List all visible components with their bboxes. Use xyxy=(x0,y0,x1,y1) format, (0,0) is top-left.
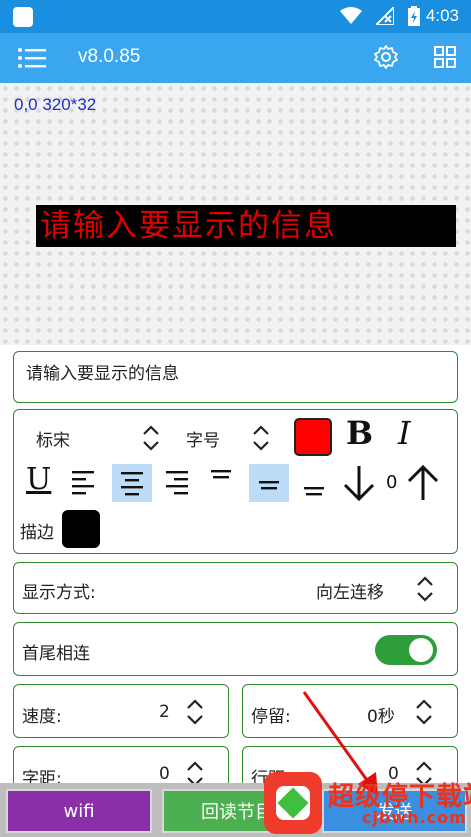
wifi-signal-icon xyxy=(340,7,362,24)
readback-program-button[interactable]: 回读节目 xyxy=(162,789,312,833)
align-right-icon[interactable] xyxy=(164,468,190,496)
arrow-up-icon[interactable] xyxy=(406,464,440,502)
font-size-chevron-icon[interactable] xyxy=(252,424,270,452)
toggle-knob xyxy=(409,638,433,662)
line-offset-value: 0 xyxy=(386,472,398,493)
speed-stepper-icon[interactable] xyxy=(186,698,204,726)
text-color-swatch[interactable] xyxy=(294,418,332,456)
notification-icon xyxy=(13,7,33,27)
wifi-button[interactable]: wifi xyxy=(6,789,152,833)
display-mode-label: 显示方式: xyxy=(22,583,96,603)
speed-row: 速度: 2 xyxy=(13,684,229,738)
display-mode-chevron-icon[interactable] xyxy=(416,575,434,603)
display-mode-value[interactable]: 向左连移 xyxy=(316,578,384,603)
stay-row: 停留: 0秒 xyxy=(242,684,458,738)
led-preview-area: 0,0 320*32 请输入要显示的信息 xyxy=(0,83,471,345)
valign-bottom-icon[interactable] xyxy=(302,476,326,498)
preview-coordinates: 0,0 320*32 xyxy=(14,95,97,114)
bottom-action-bar: wifi 回读节目 发送 xyxy=(0,783,471,837)
message-input-card[interactable]: 请输入要显示的信息 xyxy=(13,351,458,403)
valign-top-icon[interactable] xyxy=(209,464,233,486)
gear-icon[interactable] xyxy=(374,45,398,69)
status-bar: 4:03 xyxy=(0,0,471,33)
bold-button[interactable]: B xyxy=(346,414,373,452)
app-bar: v8.0.85 xyxy=(0,33,471,83)
speed-value: 2 xyxy=(159,702,170,722)
stay-value: 0秒 xyxy=(367,707,395,727)
valign-middle-highlight[interactable] xyxy=(249,464,289,502)
font-name-chevron-icon[interactable] xyxy=(142,424,160,452)
grid-icon[interactable] xyxy=(434,46,456,68)
stroke-label: 描边 xyxy=(20,523,54,543)
format-card: 标宋 字号 B I U 0 描边 xyxy=(13,409,458,554)
valign-middle-icon xyxy=(259,481,279,490)
underline-button[interactable]: U xyxy=(26,462,51,497)
stroke-color-swatch[interactable] xyxy=(62,510,100,548)
display-mode-row[interactable]: 显示方式: 向左连移 xyxy=(13,562,458,614)
font-size-select[interactable]: 字号 xyxy=(186,426,220,451)
led-preview-text[interactable]: 请输入要显示的信息 xyxy=(36,205,456,247)
send-button[interactable]: 发送 xyxy=(322,789,467,833)
clock: 4:03 xyxy=(425,6,459,25)
align-left-icon[interactable] xyxy=(70,468,96,496)
line-spacing-value: 0 xyxy=(388,764,399,784)
app-version: v8.0.85 xyxy=(78,46,141,67)
list-menu-icon[interactable] xyxy=(18,47,46,69)
stay-stepper-icon[interactable] xyxy=(415,698,433,726)
align-center-highlight[interactable] xyxy=(112,464,152,502)
align-center-icon xyxy=(121,472,143,496)
font-name-select[interactable]: 标宋 xyxy=(36,426,70,451)
loop-toggle[interactable] xyxy=(375,635,437,665)
loop-label: 首尾相连 xyxy=(22,644,90,664)
loop-row: 首尾相连 xyxy=(13,622,458,676)
italic-button[interactable]: I xyxy=(398,414,411,452)
cell-signal-icon xyxy=(376,7,394,25)
char-spacing-value: 0 xyxy=(159,764,170,784)
battery-charging-icon xyxy=(408,6,420,26)
stay-label: 停留: xyxy=(251,707,291,727)
arrow-down-icon[interactable] xyxy=(342,464,376,502)
message-input[interactable]: 请输入要显示的信息 xyxy=(26,359,179,384)
speed-label: 速度: xyxy=(22,707,62,727)
